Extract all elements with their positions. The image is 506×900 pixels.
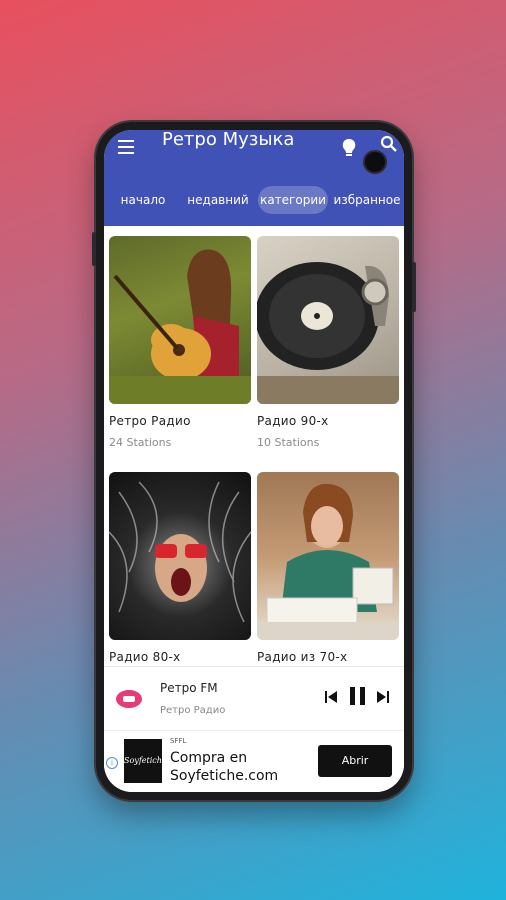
hamburger-menu-icon[interactable] [118,140,134,158]
ad-banner[interactable]: i Soyfetiche SFFL Compra en Soyfetiche.c… [104,730,404,792]
previous-icon[interactable] [324,689,338,705]
student-girl-image [257,472,399,640]
theme-toggle-icon[interactable] [340,138,358,158]
app-title: Ретро Музыка [162,130,295,150]
ad-info-icon[interactable]: i [106,757,118,769]
player-category: Ретро Радио [160,705,226,716]
app-bar: Ретро Музыка начало недавний категории и… [104,130,404,226]
title-row: Ретро Музыка [104,130,404,170]
ad-brand-logo: Soyfetiche [124,739,167,783]
tab-home[interactable]: начало [114,186,172,214]
pause-icon[interactable] [348,685,368,707]
guitar-girl-image [109,236,251,404]
volume-button [92,232,96,266]
wild-hair-man-image [109,472,251,640]
station-logo-icon [116,690,142,708]
category-title: Радио 80-х [109,650,181,664]
ad-headline-line-1: Compra en [170,750,248,766]
ad-headline: Compra en Soyfetiche.com [170,749,278,785]
tab-favorites[interactable]: избранное [332,186,402,214]
category-title: Радио 90-х [257,414,329,428]
gramophone-image [257,236,399,404]
category-card[interactable]: Ретро Радио 24 Stations [109,236,251,449]
player-station-name: Ретро FM [160,681,218,695]
ad-headline-line-2: Soyfetiche.com [170,768,279,784]
category-card[interactable]: Радио из 70-х [257,472,399,666]
next-icon[interactable] [376,689,390,705]
tab-bar: начало недавний категории избранное [104,178,404,218]
station-count: 10 Stations [257,436,320,449]
ad-tag: SFFL [170,737,187,745]
ad-open-button[interactable]: Abrir [318,745,392,777]
power-button [412,262,416,312]
search-icon[interactable] [380,135,398,153]
tab-categories[interactable]: категории [258,186,328,214]
phone-frame: Ретро Музыка начало недавний категории и… [92,122,416,800]
mini-player[interactable]: Ретро FM Ретро Радио [104,666,404,731]
category-grid: Ретро Радио 24 Stations Радио 90-х 10 St… [104,226,404,666]
station-count: 24 Stations [109,436,172,449]
category-card[interactable]: Радио 90-х 10 Stations [257,236,399,449]
app-screen: Ретро Музыка начало недавний категории и… [104,130,404,792]
category-title: Ретро Радио [109,414,191,428]
front-camera [363,150,387,174]
category-card[interactable]: Радио 80-х [109,472,251,666]
category-title: Радио из 70-х [257,650,348,664]
tab-recent[interactable]: недавний [184,186,252,214]
